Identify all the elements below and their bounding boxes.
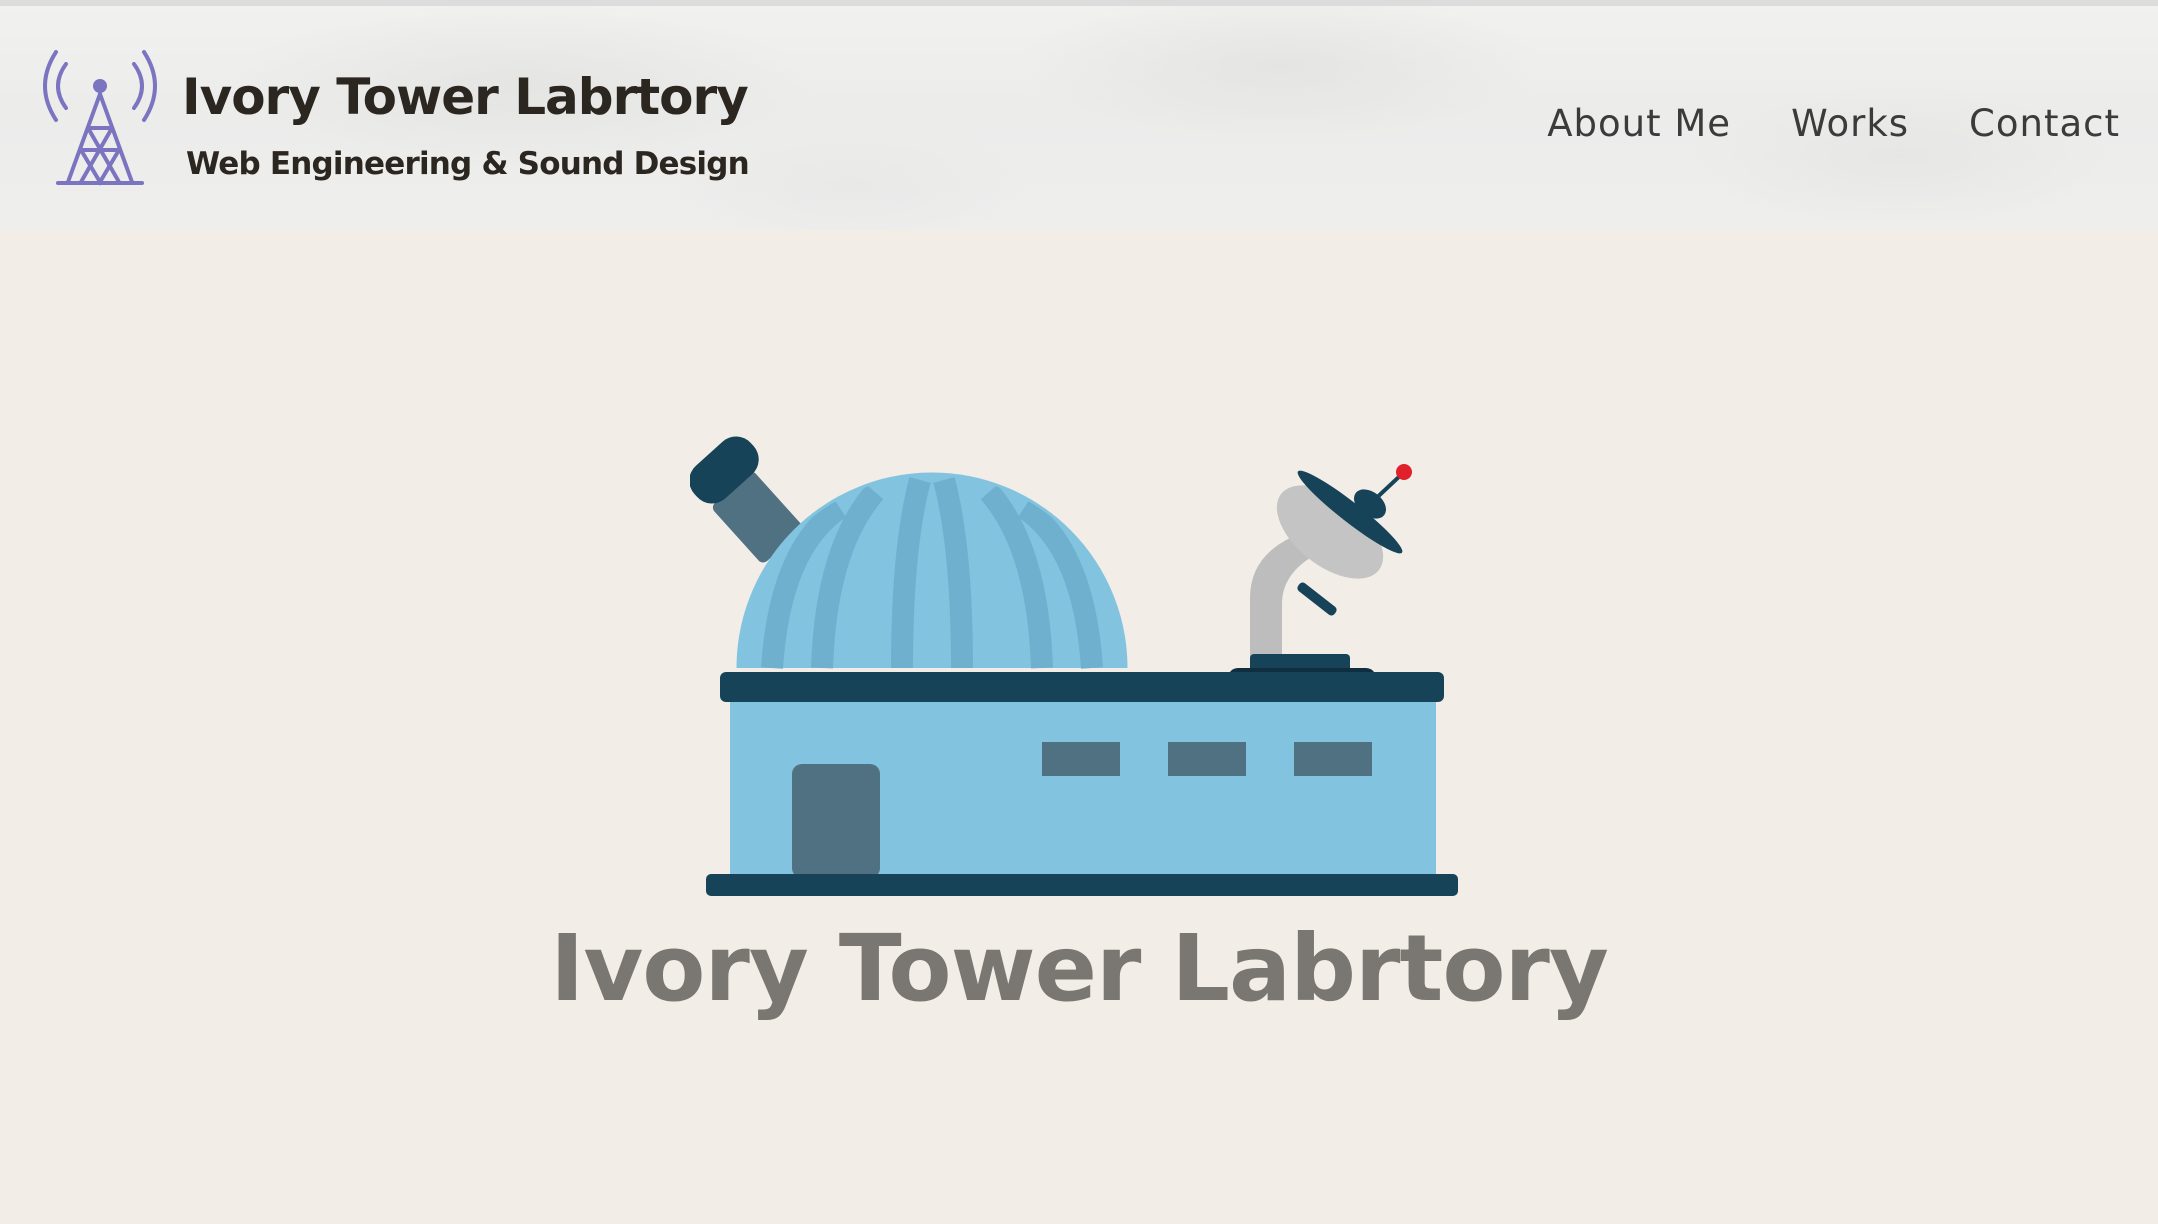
- nav-link-works[interactable]: Works: [1791, 102, 1909, 145]
- nav-link-about-me[interactable]: About Me: [1547, 102, 1731, 145]
- site-logo[interactable]: Ivory Tower Labrtory Web Engineering & S…: [36, 46, 750, 196]
- site-header: Ivory Tower Labrtory Web Engineering & S…: [0, 0, 2158, 230]
- page: Ivory Tower Labrtory Web Engineering & S…: [0, 0, 2158, 1224]
- hero-section: Ivory Tower Labrtory: [0, 230, 2158, 1224]
- satellite-dish-icon: [1228, 464, 1412, 690]
- logo-subtitle: Web Engineering & Sound Design: [186, 146, 750, 182]
- dome-icon: [736, 472, 1128, 669]
- logo-title: Ivory Tower Labrtory: [182, 68, 749, 126]
- observatory-illustration: [690, 436, 1458, 896]
- hero-title: Ivory Tower Labrtory: [550, 915, 1609, 1022]
- radio-tower-icon: [43, 50, 157, 186]
- main-nav: About Me Works Contact: [1547, 102, 2120, 145]
- nav-link-contact[interactable]: Contact: [1969, 102, 2120, 145]
